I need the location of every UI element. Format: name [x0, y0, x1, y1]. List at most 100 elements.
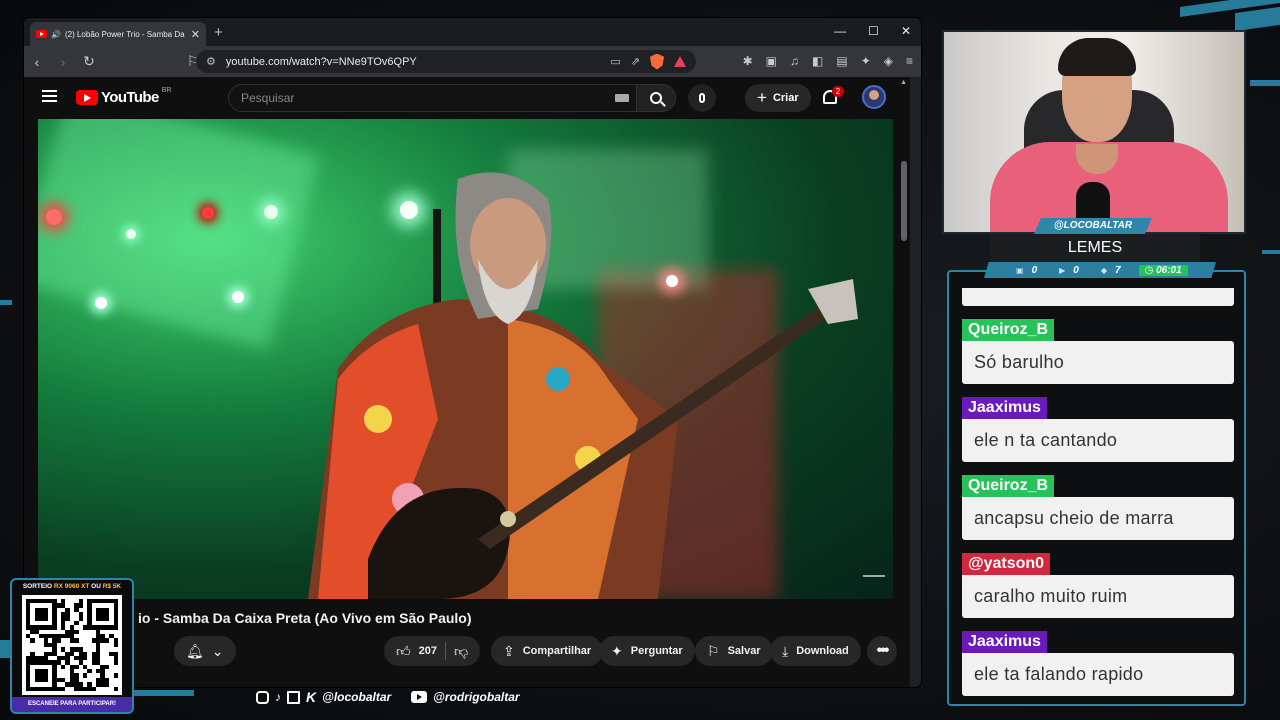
- ai-assistant-icon[interactable]: ✦: [861, 54, 871, 68]
- back-icon[interactable]: ‹: [30, 54, 44, 70]
- guitarist-figure: [308, 172, 858, 599]
- reload-icon[interactable]: ↻: [82, 53, 96, 70]
- brave-shield-icon[interactable]: [650, 53, 664, 70]
- chat-message: Queiroz_B ancapsu cheio de marra: [962, 475, 1234, 540]
- more-actions-button[interactable]: •••: [867, 636, 897, 666]
- sparkle-icon: ✦: [611, 642, 623, 659]
- keyboard-icon[interactable]: [615, 94, 629, 102]
- wallet-icon[interactable]: ▤: [836, 54, 847, 68]
- url-text: youtube.com/watch?v=NNe9TOv6QPY: [225, 55, 417, 68]
- share-icon[interactable]: ⇗: [631, 55, 640, 68]
- menu-icon[interactable]: ≡: [906, 54, 913, 68]
- chat-icon: ▣: [1016, 265, 1024, 275]
- chat-text: ele ta falando rapido: [962, 653, 1234, 696]
- ask-button[interactable]: ✦ Perguntar: [599, 636, 695, 666]
- download-button[interactable]: ⤓ Download: [770, 636, 861, 666]
- giveaway-panel: SORTEIO RX 9060 XT OU R$ 5K ESCANEIE PAR…: [10, 578, 134, 714]
- plus-icon: +: [757, 88, 767, 107]
- background-streak: [134, 690, 194, 696]
- background-streak: [0, 640, 10, 658]
- share-button[interactable]: ⇪ Compartilhar: [491, 636, 604, 666]
- forward-icon[interactable]: ›: [56, 54, 70, 70]
- tab-title: (2) Lobão Power Trio - Samba Da C: [64, 29, 187, 39]
- site-settings-icon[interactable]: ⚙: [206, 55, 216, 68]
- browser-tab[interactable]: 🔊 (2) Lobão Power Trio - Samba Da C ✕: [30, 22, 206, 46]
- twitch-icon: [287, 690, 300, 704]
- scrollbar-thumb[interactable]: [901, 161, 907, 241]
- ask-label: Perguntar: [630, 645, 683, 657]
- vpn-icon[interactable]: ◈: [884, 54, 893, 68]
- scroll-up-arrow[interactable]: ▲: [900, 79, 907, 86]
- chat-username[interactable]: Jaaximus: [962, 397, 1047, 419]
- chat-username[interactable]: @yatson0: [962, 553, 1051, 575]
- voice-search-button[interactable]: [688, 84, 716, 112]
- save-button[interactable]: ⚐ Salvar: [695, 636, 773, 666]
- search-button[interactable]: [636, 84, 676, 112]
- stat-value: 0: [1031, 264, 1038, 276]
- streamer-hair: [1058, 38, 1136, 76]
- youtube-favicon-icon: [36, 30, 47, 38]
- new-tab-button[interactable]: +: [214, 24, 223, 41]
- reader-icon[interactable]: ▣: [766, 54, 777, 68]
- maximize-icon[interactable]: ☐: [868, 24, 879, 38]
- notifications-button[interactable]: 2: [822, 86, 844, 108]
- save-label: Salvar: [727, 645, 761, 657]
- share-label: Compartilhar: [522, 645, 592, 657]
- chat-panel: Queiroz_B Só barulho Jaaximus ele n ta cant…: [947, 270, 1246, 706]
- subscribe-notification-button[interactable]: 🔔︎ ⌄: [174, 636, 236, 666]
- extensions-icon[interactable]: ✱: [743, 54, 753, 68]
- social-handle: @rodrigobaltar: [433, 690, 520, 704]
- close-tab-icon[interactable]: ✕: [191, 28, 200, 41]
- scrollbar[interactable]: [901, 121, 907, 681]
- browser-window: 🔊 (2) Lobão Power Trio - Samba Da C ✕ + …: [24, 18, 921, 687]
- game-name: LEMES: [990, 234, 1200, 262]
- search-input[interactable]: Pesquisar: [228, 84, 638, 112]
- bell-icon: 🔔︎: [186, 642, 204, 659]
- close-window-icon[interactable]: ✕: [901, 24, 911, 38]
- chat-message: Jaaximus ele ta falando rapido: [962, 631, 1234, 696]
- kick-icon: ◆: [1100, 265, 1107, 275]
- chat-text: ele n ta cantando: [962, 419, 1234, 462]
- stream-timer: ◷ 06:01: [1138, 264, 1188, 276]
- chat-text: Só barulho: [962, 341, 1234, 384]
- hamburger-menu-icon[interactable]: [42, 90, 57, 102]
- download-icon: ⤓: [782, 642, 789, 659]
- youtube-header: YouTube BR Pesquisar + Criar 2: [24, 77, 910, 119]
- giveaway-or: OU: [89, 583, 103, 590]
- sidebar-icon[interactable]: ◧: [812, 54, 823, 68]
- address-bar[interactable]: ⚙ youtube.com/watch?v=NNe9TOv6QPY ▭ ⇗: [196, 50, 696, 73]
- like-dislike-group: 👍︎ 207 👎︎: [384, 636, 481, 666]
- video-title: io - Samba Da Caixa Preta (Ao Vivo em Sã…: [138, 610, 472, 626]
- avatar[interactable]: [862, 85, 886, 109]
- minimize-icon[interactable]: —: [834, 24, 846, 38]
- chat-message: Queiroz_B Só barulho: [962, 319, 1234, 384]
- music-icon[interactable]: ♫: [790, 54, 799, 68]
- youtube-logo[interactable]: YouTube BR: [76, 87, 171, 106]
- youtube-play-icon: [76, 90, 98, 105]
- cast-icon[interactable]: ▭: [610, 55, 620, 68]
- chevron-down-icon: ⌄: [211, 642, 224, 659]
- tab-strip: 🔊 (2) Lobão Power Trio - Samba Da C ✕ + …: [24, 18, 921, 46]
- chat-message: @yatson0 caralho muito ruim: [962, 553, 1234, 618]
- window-controls: — ☐ ✕: [834, 24, 911, 38]
- video-actions: 🔔︎ ⌄ 👍︎ 207 👎︎ ⇪ Compartilhar ✦ Pergunta…: [24, 636, 910, 666]
- background-streak: [0, 300, 12, 305]
- qr-module: [113, 686, 118, 691]
- chat-username[interactable]: Jaaximus: [962, 631, 1047, 653]
- brave-rewards-icon[interactable]: [674, 56, 686, 67]
- dislike-icon[interactable]: 👎︎: [454, 643, 468, 660]
- chat-username[interactable]: Queiroz_B: [962, 319, 1055, 341]
- giveaway-item: RX 9060 XT: [53, 583, 90, 590]
- like-count[interactable]: 207: [419, 645, 437, 657]
- social-handle: @locobaltar: [322, 690, 392, 704]
- create-button[interactable]: + Criar: [745, 84, 811, 112]
- like-icon[interactable]: 👍︎: [396, 643, 411, 660]
- extensions-row: ✱ ▣ ♫ ◧ ▤ ✦ ◈ ≡: [743, 54, 913, 68]
- qr-code[interactable]: [22, 595, 122, 695]
- chat-username[interactable]: Queiroz_B: [962, 475, 1055, 497]
- microphone-icon: [699, 93, 705, 103]
- video-player[interactable]: [38, 119, 893, 599]
- speaker-icon[interactable]: 🔊: [51, 30, 61, 39]
- channel-watermark-icon[interactable]: [863, 559, 885, 577]
- qr-code-grid: [26, 599, 118, 691]
